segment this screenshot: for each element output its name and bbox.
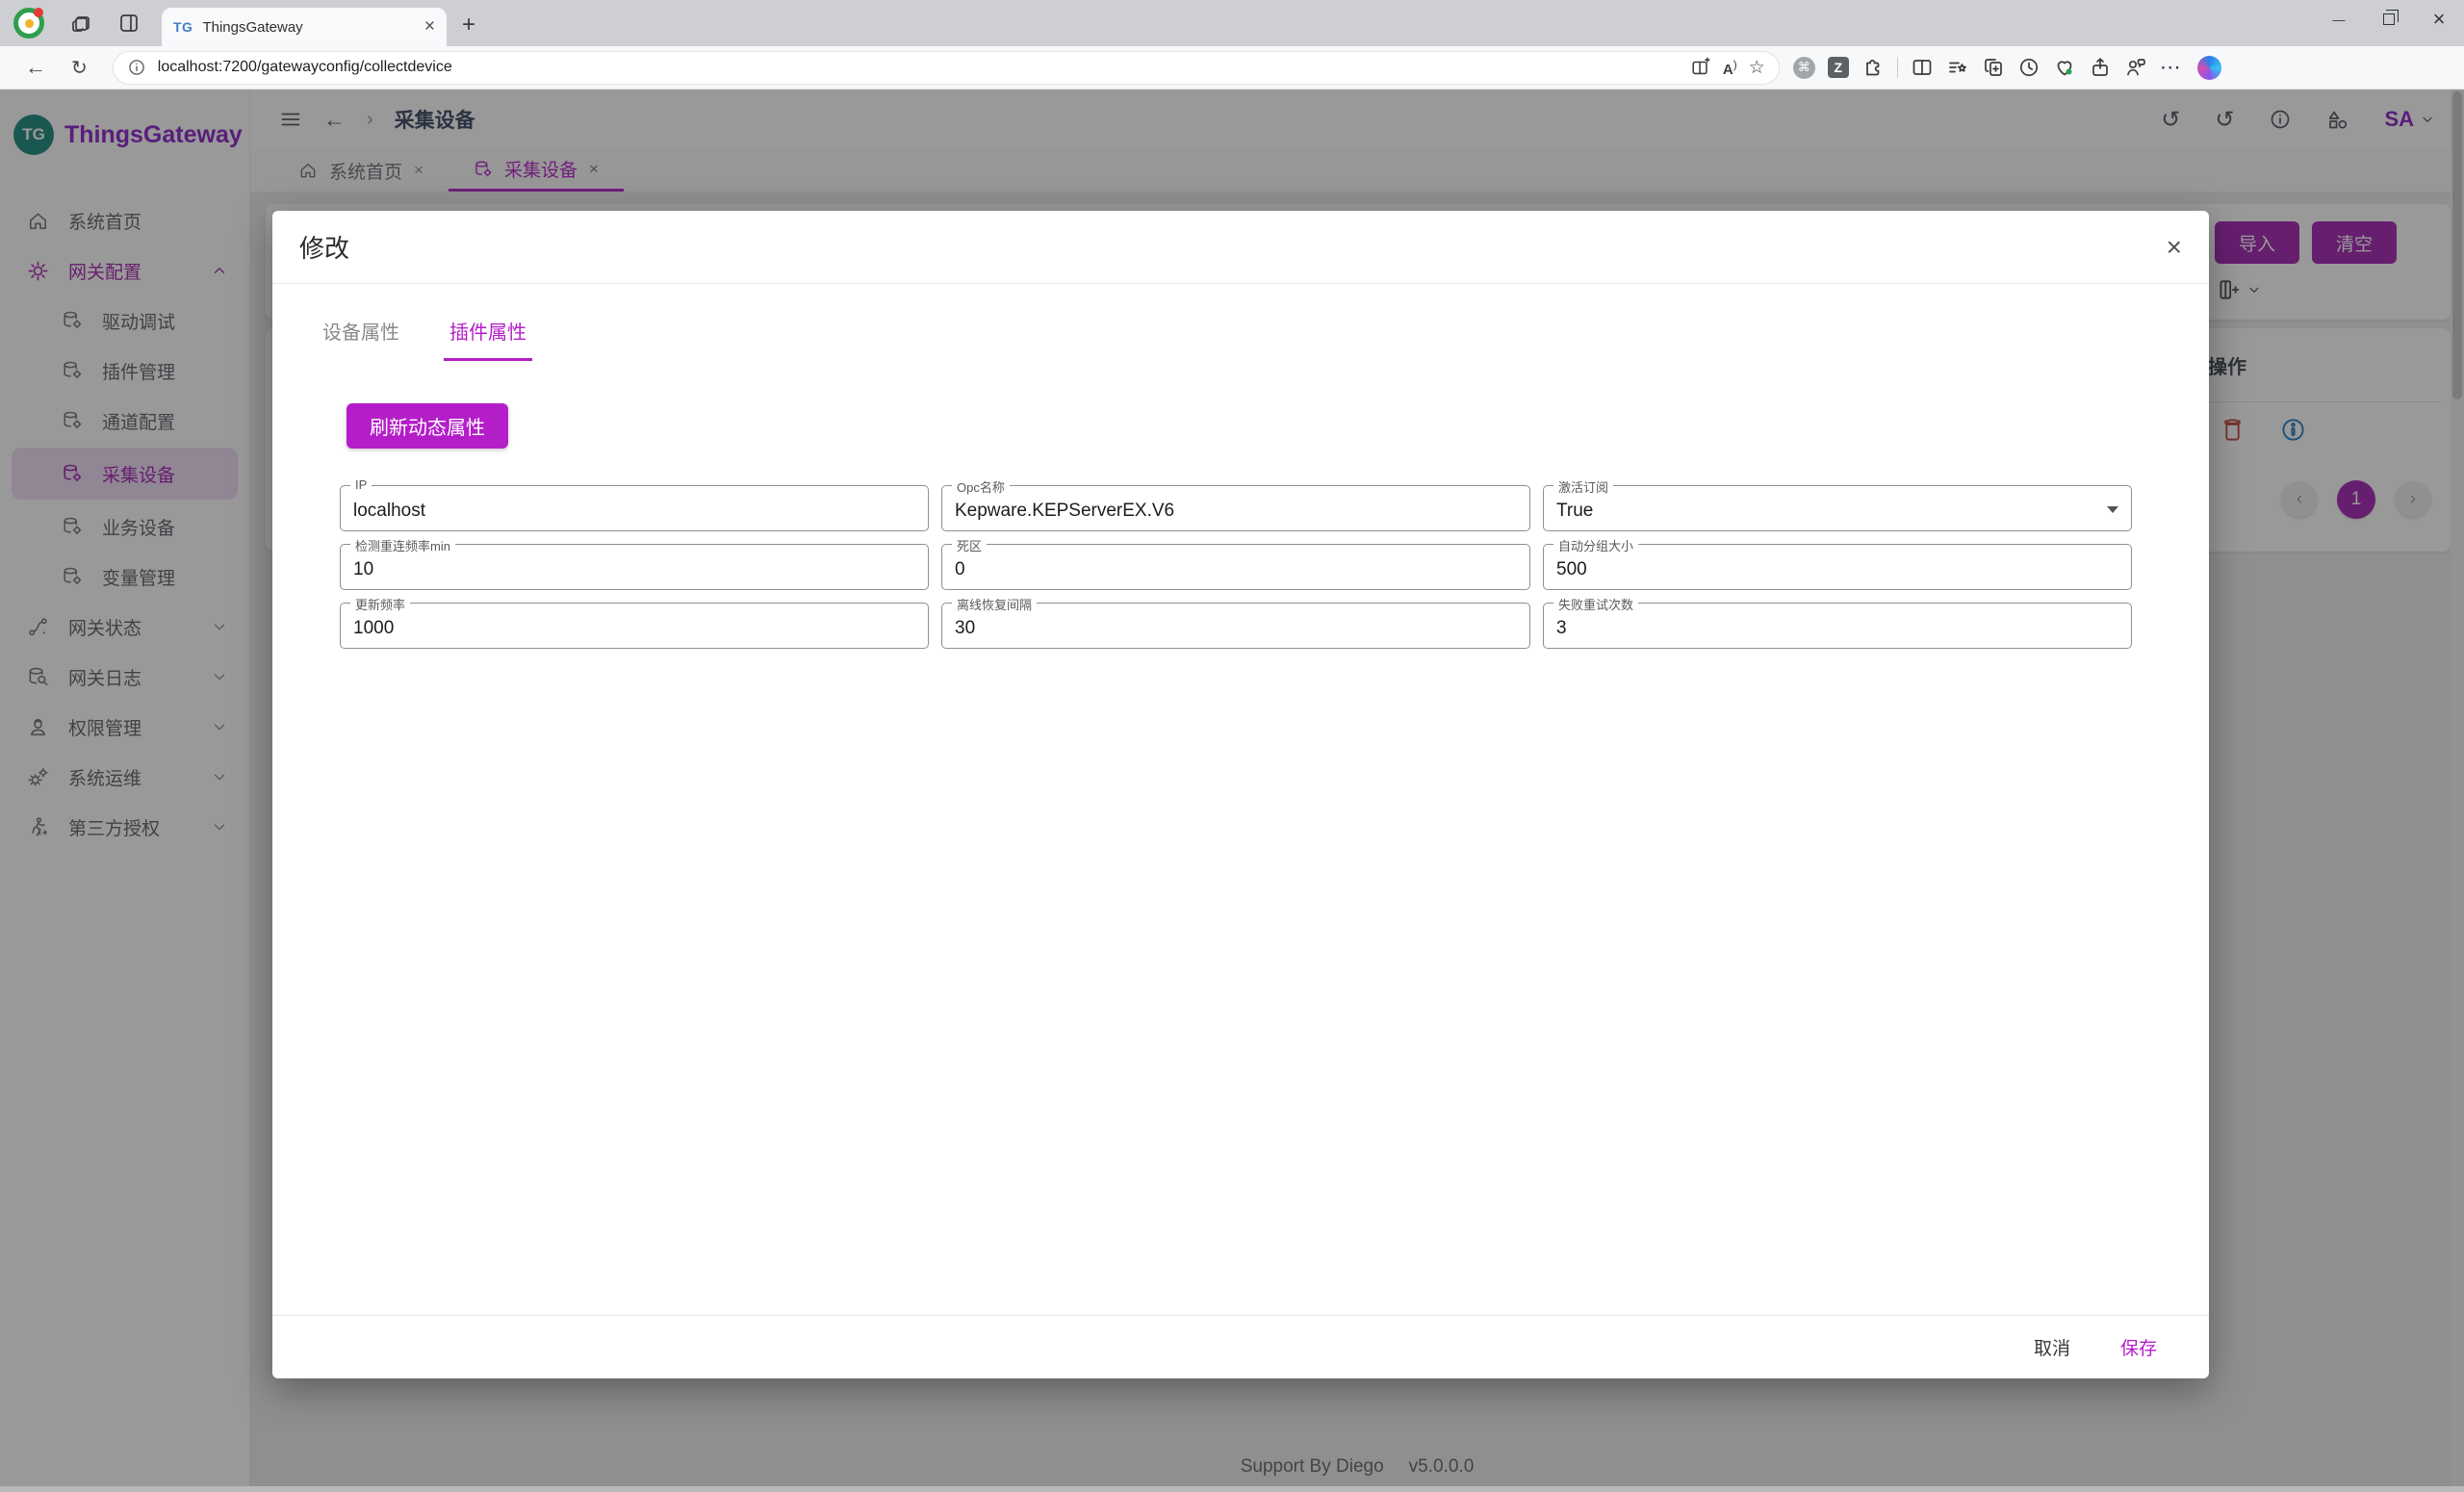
modal-close-icon[interactable] <box>2167 234 2182 261</box>
modal-title: 修改 <box>299 234 350 263</box>
refresh-dynamic-properties-button[interactable]: 刷新动态属性 <box>346 403 508 449</box>
active-subscribe-select[interactable] <box>1544 486 2131 530</box>
share-icon[interactable] <box>2089 56 2112 79</box>
browser-back-icon[interactable] <box>25 55 46 80</box>
read-aloud-icon[interactable]: A) <box>1723 58 1737 78</box>
browser-essentials-icon[interactable] <box>2053 56 2076 79</box>
split-screen-add-icon[interactable] <box>1690 57 1711 78</box>
new-tab-icon[interactable] <box>462 12 475 39</box>
field-label: 检测重连频率min <box>350 536 455 554</box>
workspaces-icon[interactable] <box>69 12 92 35</box>
zotero-extension-icon[interactable]: Z <box>1827 57 1849 78</box>
split-window-icon[interactable] <box>1911 56 1934 79</box>
field-group-size: 自动分组大小 <box>1543 536 2132 590</box>
field-label: Opc名称 <box>952 477 1010 496</box>
favorite-star-icon[interactable] <box>1749 57 1765 79</box>
modal-tabs: 设备属性 插件属性 <box>317 317 2209 361</box>
field-label: 更新频率 <box>350 595 411 613</box>
update-rate-input[interactable] <box>341 604 928 648</box>
cancel-button[interactable]: 取消 <box>2034 1334 2070 1360</box>
modal-footer: 取消 保存 <box>272 1315 2209 1378</box>
more-options-icon[interactable] <box>2160 55 2181 80</box>
plugin-fields: IP Opc名称 激活订阅 检测重连频率min 死区 自动分组大小 <box>340 477 2209 649</box>
browser-toolbar: localhost:7200/gatewayconfig/collectdevi… <box>0 46 2464 90</box>
ip-input[interactable] <box>341 486 928 530</box>
field-opc-name: Opc名称 <box>941 477 1530 531</box>
feedback-icon[interactable] <box>2124 56 2147 79</box>
close-icon[interactable] <box>2414 0 2464 39</box>
field-label: 自动分组大小 <box>1553 536 1639 554</box>
collections-icon[interactable] <box>1946 56 1969 79</box>
field-retry-count: 失败重试次数 <box>1543 595 2132 649</box>
field-deadband: 死区 <box>941 536 1530 590</box>
restore-icon[interactable] <box>2364 0 2414 39</box>
copilot-icon[interactable] <box>2196 55 2221 80</box>
notification-badge <box>34 8 43 17</box>
field-reconnect-freq: 检测重连频率min <box>340 536 929 590</box>
save-button[interactable]: 保存 <box>2120 1334 2157 1360</box>
bottom-edge <box>0 1486 2464 1492</box>
field-label: 失败重试次数 <box>1553 595 1639 613</box>
field-ip: IP <box>340 477 929 531</box>
select-caret-icon[interactable] <box>2107 506 2118 513</box>
field-label: 激活订阅 <box>1553 477 1614 496</box>
extensions-row: Z <box>1792 55 2221 80</box>
history-icon[interactable] <box>2017 56 2040 79</box>
edit-modal: 修改 设备属性 插件属性 刷新动态属性 IP Opc名称 激活订阅 检测重 <box>272 211 2209 1378</box>
tab-title: ThingsGateway <box>202 18 303 36</box>
field-update-rate: 更新频率 <box>340 595 929 649</box>
modal-header: 修改 <box>272 211 2209 284</box>
field-label: IP <box>350 477 372 492</box>
browser-logo-icon[interactable] <box>13 8 44 39</box>
url-text[interactable]: localhost:7200/gatewayconfig/collectdevi… <box>158 59 1679 76</box>
tab-plugin-properties[interactable]: 插件属性 <box>444 317 532 361</box>
opc-name-input[interactable] <box>942 486 1529 530</box>
field-label: 死区 <box>952 536 988 554</box>
site-info-icon[interactable] <box>127 58 146 77</box>
tab-actions-icon[interactable] <box>117 12 141 35</box>
browser-reload-icon[interactable] <box>71 55 88 80</box>
minimize-icon[interactable] <box>2314 0 2364 39</box>
tab-close-icon[interactable] <box>424 16 435 38</box>
tab-device-properties[interactable]: 设备属性 <box>317 317 405 361</box>
field-label: 离线恢复间隔 <box>952 595 1038 613</box>
address-bar[interactable]: localhost:7200/gatewayconfig/collectdevi… <box>112 50 1780 85</box>
field-active-subscribe: 激活订阅 <box>1543 477 2132 531</box>
tab-favicon: TG <box>173 19 193 35</box>
screen: TG ThingsGateway localhost:7200/gatewayc… <box>0 0 2464 1492</box>
browser-tab[interactable]: TG ThingsGateway <box>162 8 447 46</box>
deadband-input[interactable] <box>942 545 1529 589</box>
browser-titlebar: TG ThingsGateway <box>0 0 2464 46</box>
field-offline-recover-interval: 离线恢复间隔 <box>941 595 1530 649</box>
extension-badge-icon[interactable] <box>1792 56 1815 79</box>
copy-page-icon[interactable] <box>1982 56 2005 79</box>
puzzle-extensions-icon[interactable] <box>1861 56 1885 79</box>
